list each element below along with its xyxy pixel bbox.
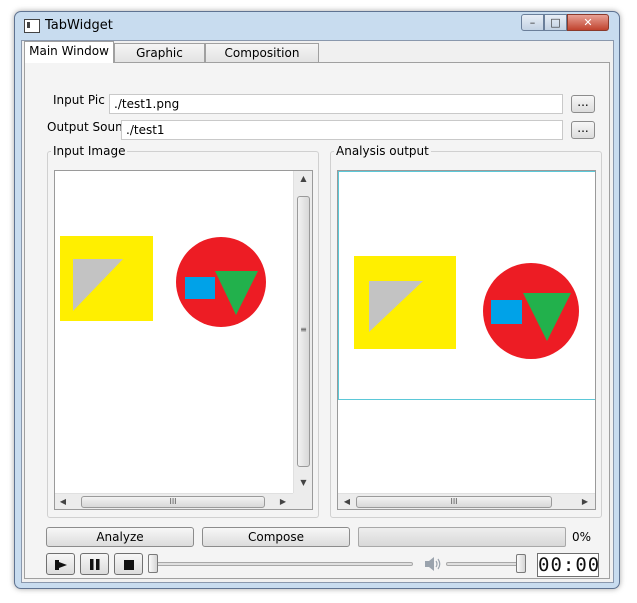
analysis-output-view: ◀ III ▶ xyxy=(337,170,596,510)
blue-rectangle xyxy=(491,300,522,324)
blue-rectangle xyxy=(185,277,215,299)
position-slider-handle[interactable] xyxy=(148,554,158,573)
application-window: TabWidget – □ ✕ Main Window Graphic Conf… xyxy=(14,11,620,589)
analysis-output-canvas xyxy=(338,171,595,400)
scroll-up-arrow[interactable]: ▲ xyxy=(294,173,312,185)
minimize-icon: – xyxy=(529,16,536,29)
client-area: Main Window Graphic Config Composition C… xyxy=(21,40,614,583)
close-button[interactable]: ✕ xyxy=(567,14,609,31)
input-image-view: ▲ ≡ ▼ ◀ III ▶ xyxy=(54,170,313,510)
stop-button[interactable] xyxy=(114,553,143,575)
maximize-button[interactable]: □ xyxy=(544,14,567,31)
scroll-right-arrow[interactable]: ▶ xyxy=(579,496,591,508)
stop-icon xyxy=(124,560,134,570)
scroll-right-arrow[interactable]: ▶ xyxy=(277,496,289,508)
input-image-canvas xyxy=(60,236,266,327)
tab-composition-config[interactable]: Composition Config xyxy=(205,43,319,79)
input-image-title: Input Image xyxy=(51,144,128,158)
volume-slider-track[interactable] xyxy=(446,562,526,566)
volume-slider-handle[interactable] xyxy=(516,554,526,573)
scroll-left-arrow[interactable]: ◀ xyxy=(341,496,353,508)
pause-icon xyxy=(90,559,100,570)
scroll-corner xyxy=(293,493,312,509)
tab-main-window[interactable]: Main Window xyxy=(24,41,114,63)
speaker-icon xyxy=(425,557,441,571)
close-icon: ✕ xyxy=(583,16,593,29)
input-image-vscrollbar[interactable]: ▲ ≡ ▼ xyxy=(293,171,312,493)
play-button[interactable] xyxy=(46,553,75,575)
hscroll-thumb[interactable]: III xyxy=(356,496,552,508)
time-display: 00:00 xyxy=(537,553,601,577)
scroll-down-arrow[interactable]: ▼ xyxy=(294,477,312,489)
vscroll-grip-icon: ≡ xyxy=(300,325,307,334)
play-icon xyxy=(55,560,67,570)
input-pic-browse-button[interactable]: ... xyxy=(571,95,595,113)
hscroll-thumb[interactable]: III xyxy=(81,496,265,508)
minimize-button[interactable]: – xyxy=(521,14,544,31)
analysis-hscrollbar[interactable]: ◀ III ▶ xyxy=(338,493,595,509)
compose-button[interactable]: Compose xyxy=(202,527,350,547)
input-image-hscrollbar[interactable]: ◀ III ▶ xyxy=(55,493,293,509)
output-sound-browse-button[interactable]: ... xyxy=(571,121,595,139)
scroll-left-arrow[interactable]: ◀ xyxy=(57,496,69,508)
vscroll-thumb[interactable]: ≡ xyxy=(297,196,310,467)
window-title: TabWidget xyxy=(45,18,113,33)
hscroll-grip-icon: III xyxy=(450,497,458,506)
app-icon xyxy=(24,19,40,33)
analysis-output-title: Analysis output xyxy=(334,144,431,158)
input-pic-label: Input Pic xyxy=(53,93,105,107)
input-pic-field[interactable]: ./test1.png xyxy=(109,94,563,114)
output-sound-field[interactable]: ./test1 xyxy=(121,120,563,140)
title-bar[interactable]: TabWidget – □ ✕ xyxy=(15,12,619,40)
progress-bar xyxy=(358,527,566,547)
main-window-pane: Input Pic ./test1.png ... Output Sound .… xyxy=(24,62,610,579)
progress-text: 0% xyxy=(572,530,592,544)
pause-button[interactable] xyxy=(80,553,109,575)
tab-graphic-config[interactable]: Graphic Config xyxy=(114,43,205,79)
maximize-icon: □ xyxy=(550,16,561,29)
position-slider-track[interactable] xyxy=(151,562,413,566)
output-sound-label: Output Sound xyxy=(47,120,131,134)
analyze-button[interactable]: Analyze xyxy=(46,527,194,547)
hscroll-grip-icon: III xyxy=(169,497,177,506)
